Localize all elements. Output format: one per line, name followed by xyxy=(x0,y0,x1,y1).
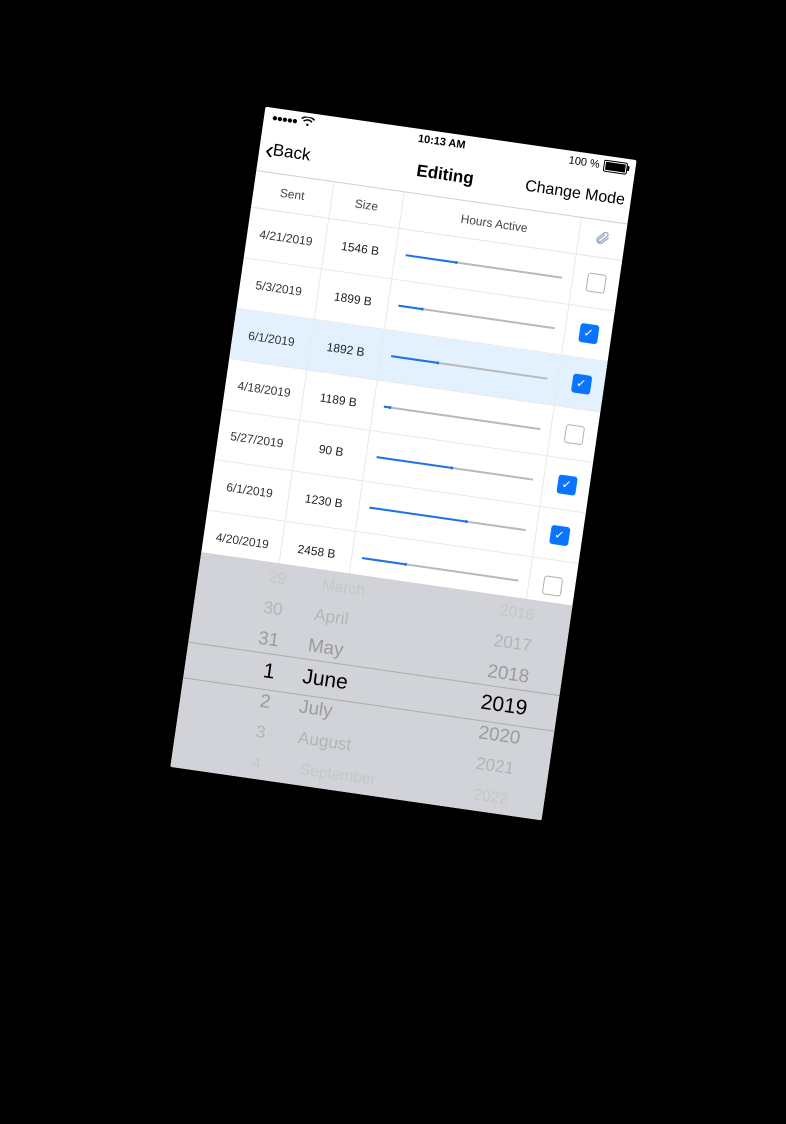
cell-attachment[interactable] xyxy=(568,254,622,310)
attachment-checkbox[interactable] xyxy=(563,423,585,445)
picker-item[interactable]: May xyxy=(306,631,345,665)
picker-column-month[interactable]: MarchAprilMayJuneJulyAugustSeptember xyxy=(277,567,466,805)
picker-item[interactable]: 3 xyxy=(253,719,266,747)
picker-item[interactable]: 2 xyxy=(257,687,272,717)
battery-percent: 100 % xyxy=(567,155,600,171)
attachment-checkbox[interactable]: ✓ xyxy=(577,322,599,344)
attachment-checkbox[interactable]: ✓ xyxy=(548,524,570,546)
table-body: 4/21/20191546 B5/3/20191899 B✓6/1/201918… xyxy=(200,208,622,615)
picker-item[interactable]: July xyxy=(297,693,334,727)
picker-item[interactable]: 30 xyxy=(261,595,284,624)
cell-attachment[interactable]: ✓ xyxy=(561,305,615,361)
cell-attachment[interactable] xyxy=(546,406,600,462)
battery-icon xyxy=(602,160,627,175)
picker-item[interactable]: 29 xyxy=(266,565,287,591)
picker-item[interactable]: 2017 xyxy=(492,628,534,660)
picker-item[interactable]: September xyxy=(298,758,377,793)
attachment-checkbox[interactable]: ✓ xyxy=(555,474,577,496)
cell-size: 1546 B xyxy=(321,219,398,279)
column-header-sent[interactable]: Sent xyxy=(252,182,331,207)
paperclip-icon xyxy=(592,228,611,249)
phone-frame: ●●●●● 10:13 AM 100 % ‹ Back Editing Chan… xyxy=(170,107,636,821)
hours-slider[interactable] xyxy=(383,406,540,431)
picker-item[interactable]: March xyxy=(320,573,366,603)
status-time: 10:13 AM xyxy=(417,133,466,152)
cell-size: 1892 B xyxy=(306,320,383,380)
picker-item[interactable]: June xyxy=(300,661,350,698)
cell-attachment[interactable]: ✓ xyxy=(532,507,586,563)
attachment-checkbox[interactable]: ✓ xyxy=(570,373,592,395)
hours-slider[interactable] xyxy=(405,254,562,279)
check-icon: ✓ xyxy=(560,478,572,491)
picker-item[interactable]: 31 xyxy=(255,624,280,656)
picker-item[interactable]: 2020 xyxy=(476,719,522,754)
change-mode-button[interactable]: Change Mode xyxy=(523,178,625,210)
cell-size: 90 B xyxy=(291,421,368,481)
cell-attachment[interactable]: ✓ xyxy=(539,456,593,512)
hours-slider[interactable] xyxy=(376,456,533,481)
attachment-checkbox[interactable] xyxy=(541,575,563,597)
picker-item[interactable]: 2021 xyxy=(474,751,516,783)
check-icon: ✓ xyxy=(575,377,587,390)
column-header-attachment[interactable] xyxy=(575,218,627,260)
cell-attachment[interactable]: ✓ xyxy=(553,355,607,411)
check-icon: ✓ xyxy=(582,326,594,339)
hours-slider[interactable] xyxy=(398,305,555,330)
picker-item[interactable]: 1 xyxy=(261,655,277,687)
picker-item[interactable]: 2016 xyxy=(498,599,536,628)
cell-size: 1899 B xyxy=(313,269,390,329)
back-button[interactable]: ‹ Back xyxy=(264,139,312,165)
picker-item[interactable]: 4 xyxy=(250,751,262,776)
signal-dots-icon: ●●●●● xyxy=(271,112,298,126)
back-label: Back xyxy=(271,140,311,165)
cell-size: 1189 B xyxy=(299,370,376,430)
picker-item[interactable]: August xyxy=(296,725,353,759)
picker-item[interactable]: 2022 xyxy=(471,783,509,812)
hours-slider[interactable] xyxy=(391,355,548,380)
picker-item[interactable]: April xyxy=(312,602,350,633)
check-icon: ✓ xyxy=(553,528,565,541)
picker-item[interactable]: 2018 xyxy=(485,657,531,692)
attachment-checkbox[interactable] xyxy=(585,272,607,294)
cell-size: 1230 B xyxy=(284,471,361,531)
hours-slider[interactable] xyxy=(369,507,526,532)
wifi-icon xyxy=(299,115,315,130)
